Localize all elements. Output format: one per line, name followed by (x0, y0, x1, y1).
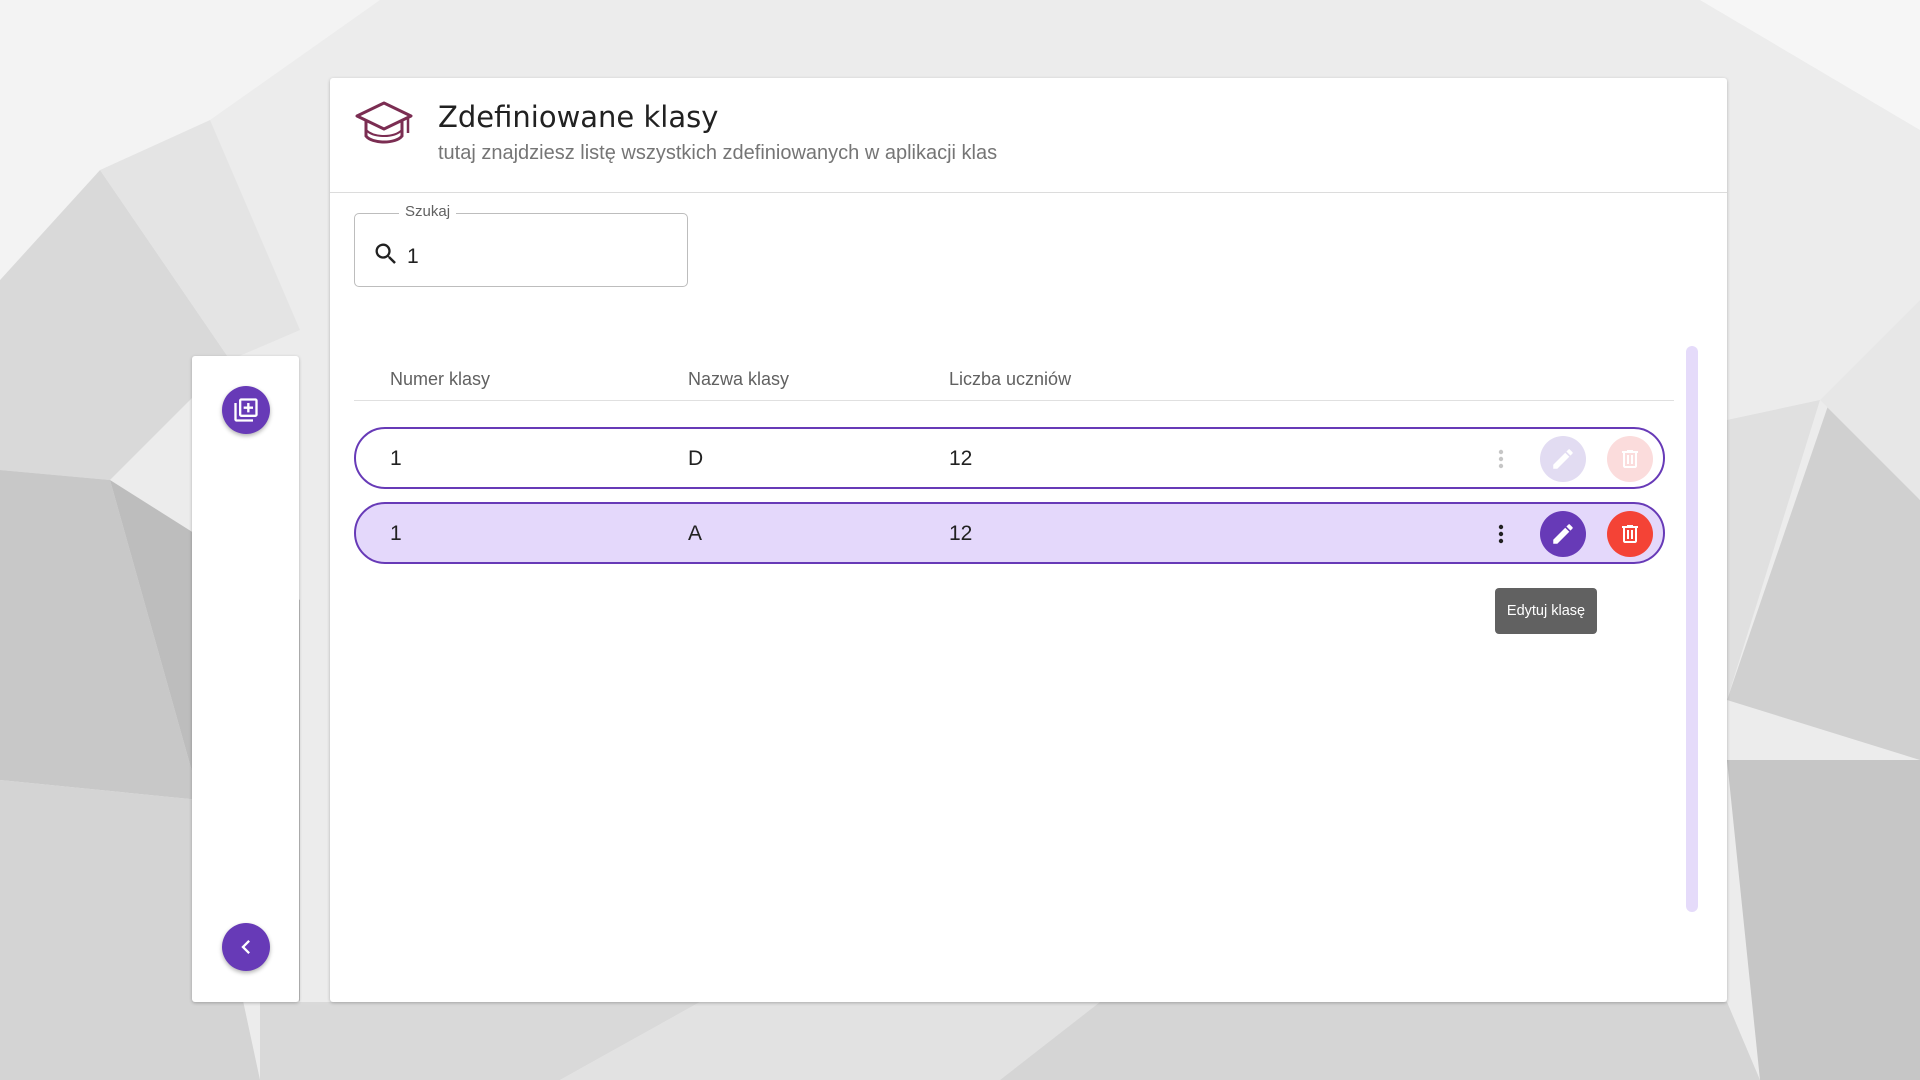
search-input[interactable] (407, 245, 667, 269)
table-row[interactable]: 1 D 12 (354, 427, 1665, 489)
page-subtitle: tutaj znajdziesz listę wszystkich zdefin… (438, 142, 998, 164)
column-header-students: Liczba uczniów (949, 369, 1072, 389)
student-count-cell: 12 (949, 447, 973, 470)
pencil-icon (1553, 449, 1573, 469)
delete-class-button[interactable] (1607, 436, 1653, 482)
side-panel (192, 356, 299, 1002)
page-title: Zdefiniowane klasy (438, 100, 719, 134)
column-header-number: Numer klasy (390, 369, 491, 389)
back-button[interactable] (222, 923, 270, 971)
scrollbar[interactable] (1686, 346, 1698, 912)
search-field[interactable]: Szukaj (354, 203, 688, 287)
pencil-icon (1553, 524, 1573, 544)
trash-icon (1622, 525, 1638, 543)
chevron-left-icon (241, 940, 250, 954)
add-class-button[interactable] (222, 386, 270, 434)
delete-class-button[interactable] (1607, 511, 1653, 557)
edit-class-button[interactable] (1540, 436, 1586, 482)
class-number-cell: 1 (390, 447, 402, 470)
class-number-cell: 1 (390, 522, 402, 545)
more-vert-icon[interactable] (1489, 522, 1513, 546)
class-name-cell: D (688, 447, 704, 470)
table-row[interactable]: 1 A 12 (354, 502, 1665, 564)
edit-class-button[interactable] (1540, 511, 1586, 557)
add-to-queue-icon (234, 398, 258, 422)
student-count-cell: 12 (949, 522, 973, 545)
more-vert-icon[interactable] (1489, 447, 1513, 471)
graduation-cap-icon (355, 101, 413, 144)
search-label: Szukaj (399, 203, 457, 220)
column-header-name: Nazwa klasy (688, 369, 790, 389)
search-icon (375, 243, 396, 264)
card-header: Zdefiniowane klasy tutaj znajdziesz list… (330, 78, 1727, 193)
classes-card: Zdefiniowane klasy tutaj znajdziesz list… (330, 78, 1727, 1002)
class-name-cell: A (688, 522, 703, 545)
edit-tooltip: Edytuj klasę (1495, 588, 1597, 634)
trash-icon (1622, 450, 1638, 468)
